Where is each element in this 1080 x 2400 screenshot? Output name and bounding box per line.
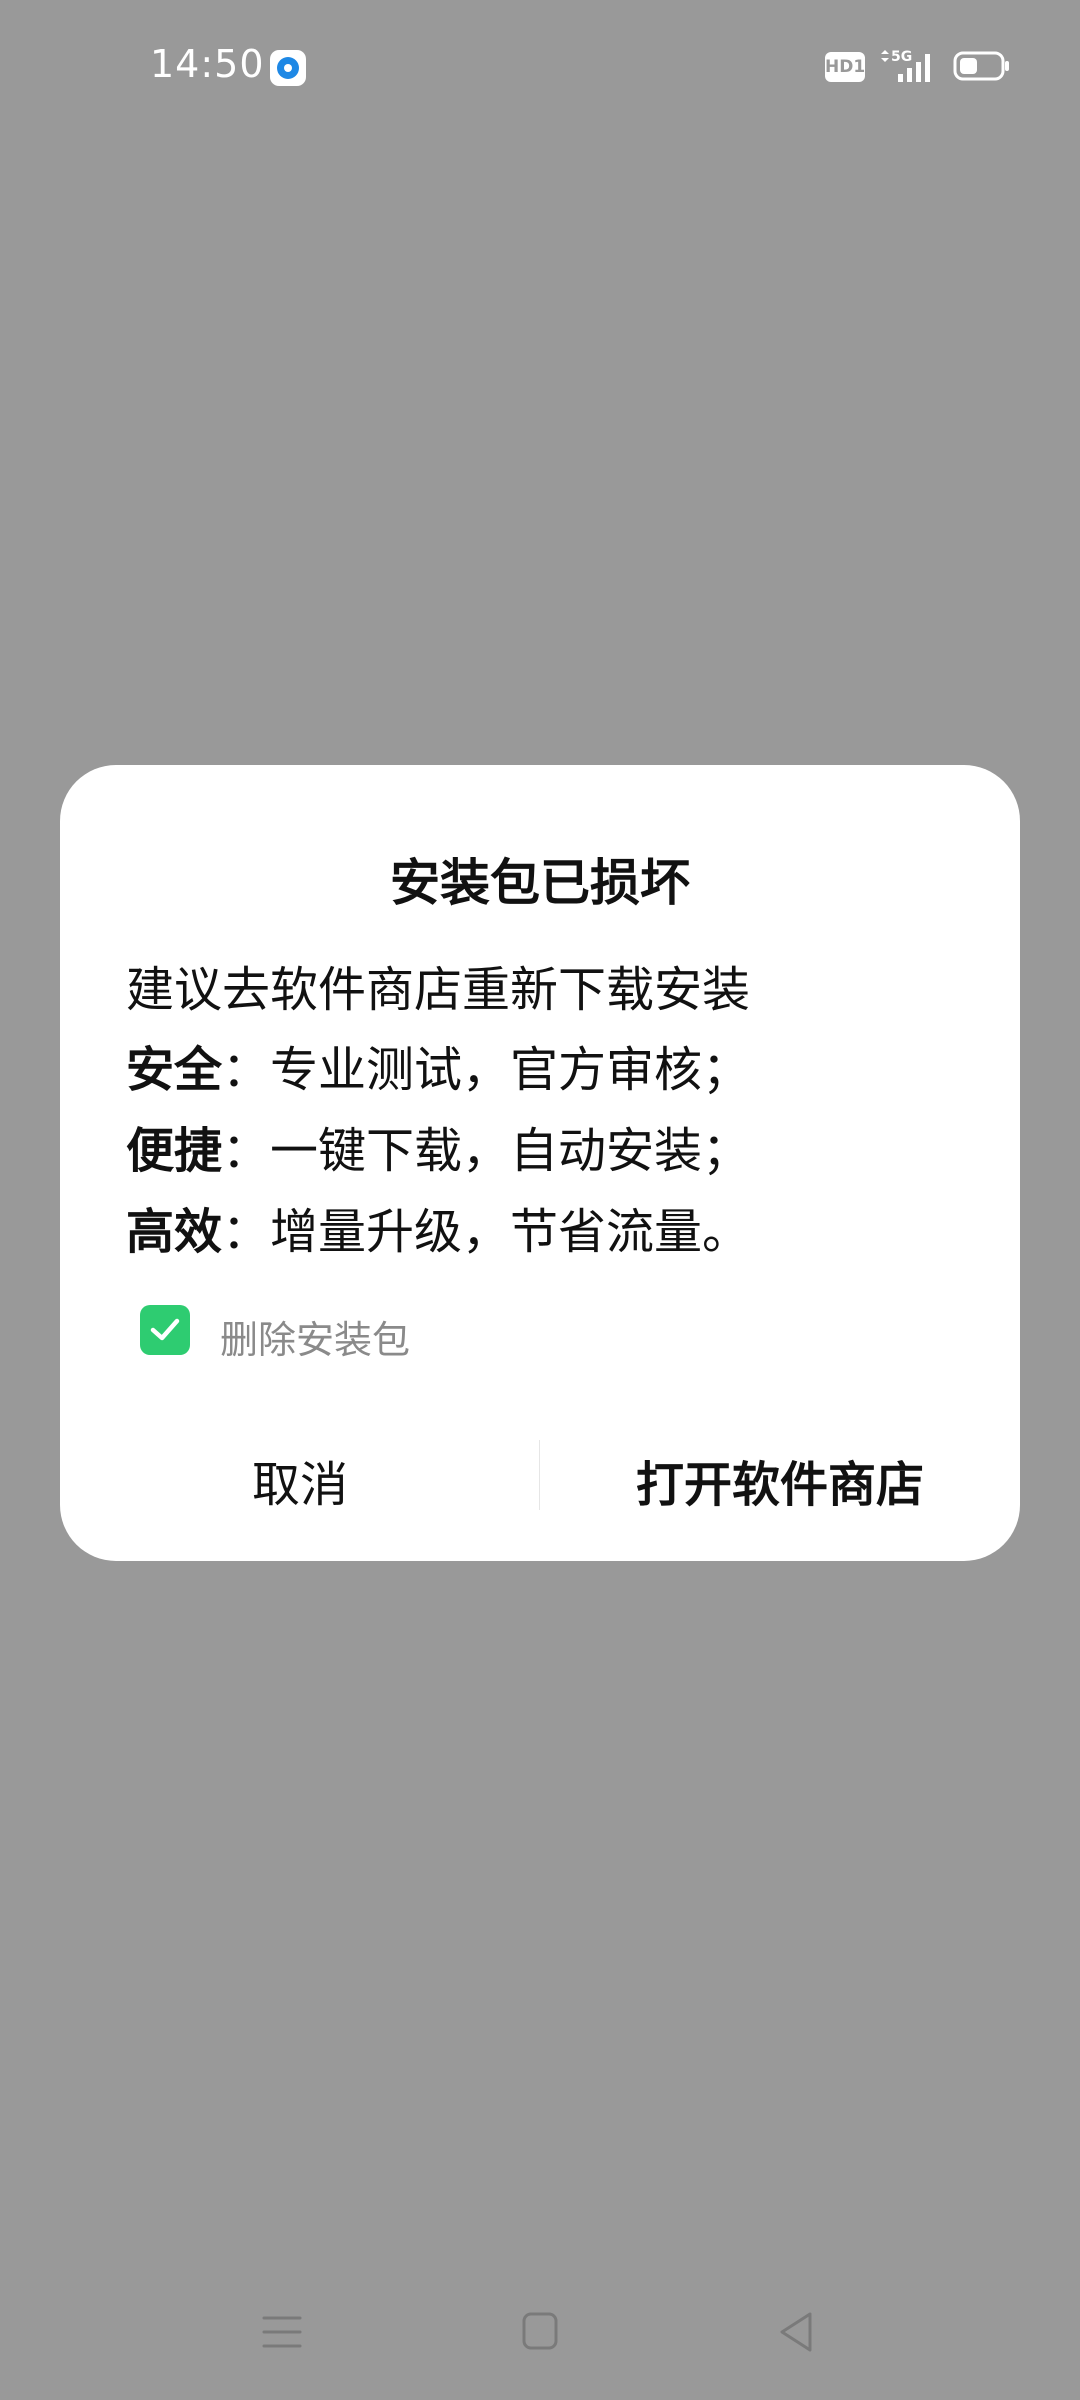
feature-text: ：专业测试，官方审核； bbox=[222, 1042, 751, 1098]
feature-label: 高效 bbox=[126, 1204, 223, 1260]
feature-label: 安全 bbox=[126, 1042, 223, 1098]
delete-package-checkbox[interactable] bbox=[140, 1305, 190, 1355]
hd-voice-icon: HD1 bbox=[825, 52, 865, 82]
feature-text: ：增量升级，节省流量。 bbox=[222, 1204, 751, 1260]
cancel-button[interactable]: 取消 bbox=[60, 1435, 540, 1535]
status-bar: 14:50 HD1 5G bbox=[0, 0, 1080, 135]
open-app-store-button[interactable]: 打开软件商店 bbox=[540, 1435, 1020, 1535]
feature-label: 便捷 bbox=[126, 1123, 223, 1179]
dialog-title: 安装包已损坏 bbox=[390, 854, 690, 912]
feature-row-security: 安全：专业测试，官方审核； bbox=[126, 1030, 750, 1100]
menu-icon[interactable] bbox=[250, 2300, 314, 2364]
feature-row-efficiency: 高效：增量升级，节省流量。 bbox=[126, 1192, 750, 1262]
home-icon[interactable] bbox=[508, 2300, 572, 2364]
feature-row-convenience: 便捷：一键下载，自动安装； bbox=[126, 1111, 750, 1181]
app-notification-icon bbox=[270, 50, 306, 86]
status-time: 14:50 bbox=[150, 42, 265, 86]
navigation-bar bbox=[0, 2290, 1080, 2380]
network-type-label: 5G bbox=[891, 49, 912, 65]
signal-5g-icon: 5G bbox=[881, 49, 930, 82]
battery-icon bbox=[953, 51, 1009, 81]
checkmark-icon bbox=[150, 1318, 180, 1341]
delete-package-label: 删除安装包 bbox=[220, 1318, 411, 1362]
dialog-lead-text: 建议去软件商店重新下载安装 bbox=[126, 962, 751, 1018]
back-icon[interactable] bbox=[766, 2300, 830, 2364]
corrupted-package-dialog: 安装包已损坏 建议去软件商店重新下载安装 安全：专业测试，官方审核； 便捷：一键… bbox=[60, 765, 1020, 1561]
feature-text: ：一键下载，自动安装； bbox=[222, 1123, 751, 1179]
